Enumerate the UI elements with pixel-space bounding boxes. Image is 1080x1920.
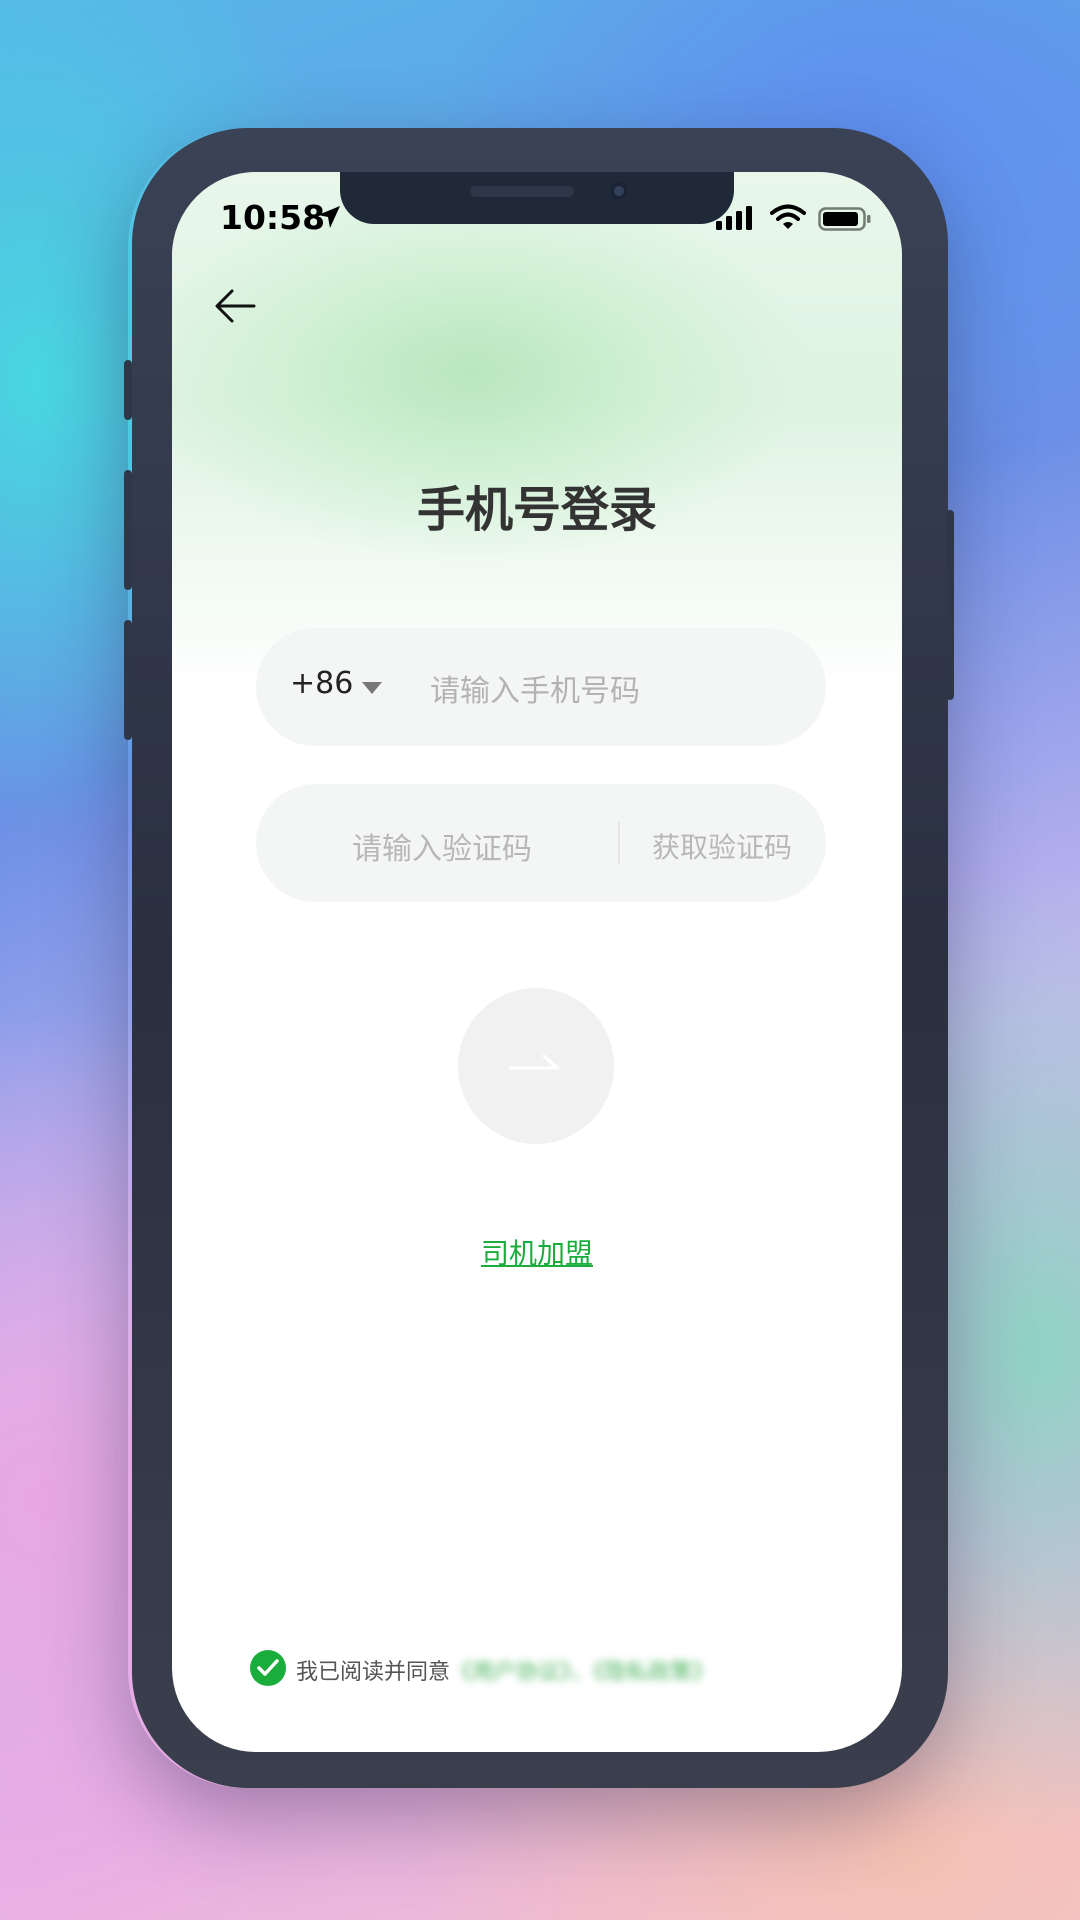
volume-up-button	[124, 470, 132, 590]
phone-input-placeholder[interactable]: 请输入手机号码	[430, 666, 640, 710]
get-code-button[interactable]: 获取验证码	[652, 826, 792, 866]
code-input-placeholder[interactable]: 请输入验证码	[352, 824, 532, 868]
driver-join-link[interactable]: 司机加盟	[172, 1232, 902, 1272]
power-button	[946, 510, 954, 700]
app-screen: 10:58 手机号登录 +86 请输入手机号码 请输入验证码 获取验证码 司机加…	[172, 172, 902, 1752]
mute-switch	[124, 360, 132, 420]
arrow-left-icon[interactable]	[212, 282, 260, 330]
status-time: 10:58	[220, 198, 326, 237]
agreement-prefix: 我已阅读并同意	[296, 1660, 451, 1685]
camera	[610, 182, 628, 200]
notch	[340, 172, 734, 224]
speaker	[470, 186, 574, 197]
login-submit-button[interactable]	[458, 988, 614, 1144]
verification-code-field[interactable]: 请输入验证码 获取验证码	[256, 784, 826, 902]
wifi-icon	[770, 204, 806, 229]
page-title: 手机号登录	[416, 482, 657, 538]
agreement-links[interactable]: 《用户协议》、《隐私政策》	[450, 1654, 714, 1686]
location-arrow-icon	[318, 206, 340, 228]
cellular-signal-icon	[716, 206, 752, 230]
volume-down-button	[124, 620, 132, 740]
phone-number-field[interactable]: +86 请输入手机号码	[256, 628, 826, 746]
field-divider	[618, 822, 620, 864]
country-code[interactable]: +86	[290, 666, 353, 701]
battery-icon	[818, 207, 871, 231]
chevron-down-icon[interactable]	[362, 682, 382, 694]
checkmark-icon[interactable]	[250, 1650, 286, 1686]
double-arrow-right-icon	[508, 1054, 560, 1070]
header-glow	[172, 172, 902, 692]
